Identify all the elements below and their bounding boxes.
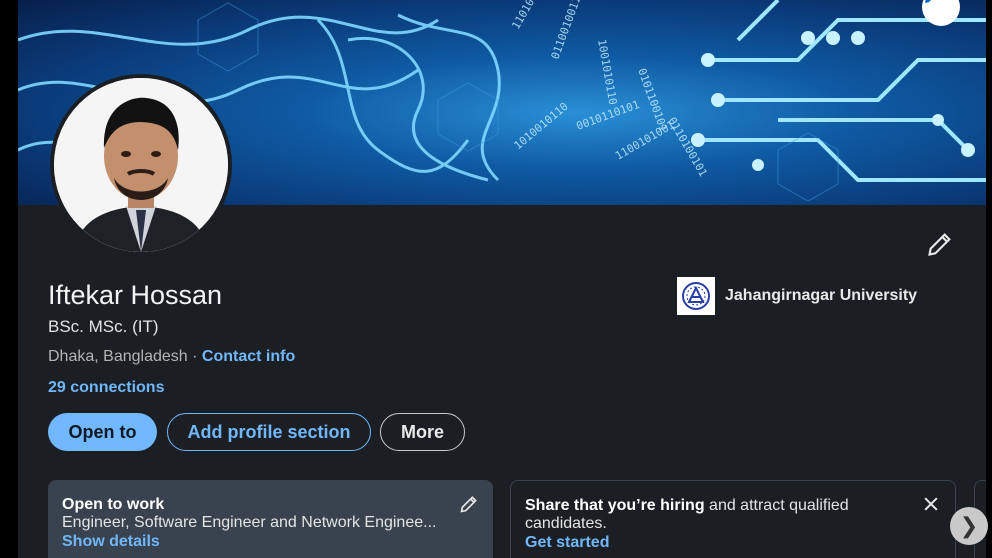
pencil-icon (925, 0, 931, 3)
hiring-panel: Share that you’re hiring and attract qua… (510, 480, 956, 558)
svg-text:1001010110: 1001010110 (595, 38, 619, 105)
get-started-link[interactable]: Get started (525, 534, 941, 552)
education-name: Jahangirnagar University (725, 287, 918, 304)
profile-headline: BSc. MSc. (IT) (48, 317, 159, 336)
svg-text:1101001010: 1101001010 (509, 0, 553, 32)
contact-info-link[interactable]: Contact info (202, 348, 295, 365)
show-details-link[interactable]: Show details (62, 533, 479, 551)
svg-text:0110100101: 0110100101 (665, 115, 709, 179)
open-to-button[interactable]: Open to (48, 413, 157, 451)
svg-text:1010010110: 1010010110 (512, 100, 571, 153)
profile-location: Dhaka, Bangladesh (48, 348, 188, 365)
profile-name: Iftekar Hossan (48, 280, 223, 310)
connections-link[interactable]: 29 connections (48, 379, 164, 397)
edit-open-to-work-pencil-icon[interactable] (459, 494, 479, 514)
location-row: Dhaka, Bangladesh · Contact info (48, 348, 295, 366)
svg-text:0110010011: 0110010011 (549, 0, 584, 61)
open-to-work-title: Open to work (62, 496, 165, 513)
avatar-portrait-icon (54, 78, 228, 252)
hiring-title-bold: Share that you’re hiring (525, 497, 705, 514)
profile-card: 1101001010 0110010011 1001010110 0101100… (18, 0, 986, 558)
hiring-title-row: Share that you’re hiring and attract qua… (525, 497, 915, 515)
svg-text:1100101001: 1100101001 (613, 118, 677, 162)
profile-photo[interactable] (50, 74, 232, 256)
chevron-right-icon: ❯ (959, 513, 979, 539)
hiring-title-line2: candidates. (525, 515, 607, 532)
open-to-work-panel: Open to work Engineer, Software Engineer… (48, 480, 493, 558)
education-link[interactable]: Jahangirnagar University (677, 277, 917, 315)
more-button[interactable]: More (380, 413, 465, 451)
hiring-title-rest: and attract qualified (704, 497, 849, 514)
next-card-button[interactable]: ❯ (950, 507, 988, 545)
university-logo-icon (677, 277, 715, 315)
close-icon[interactable] (921, 494, 941, 514)
location-separator: · (192, 348, 202, 365)
edit-intro-pencil-icon[interactable] (926, 230, 954, 258)
add-profile-section-button[interactable]: Add profile section (167, 413, 371, 451)
open-to-work-roles: Engineer, Software Engineer and Network … (62, 514, 437, 531)
